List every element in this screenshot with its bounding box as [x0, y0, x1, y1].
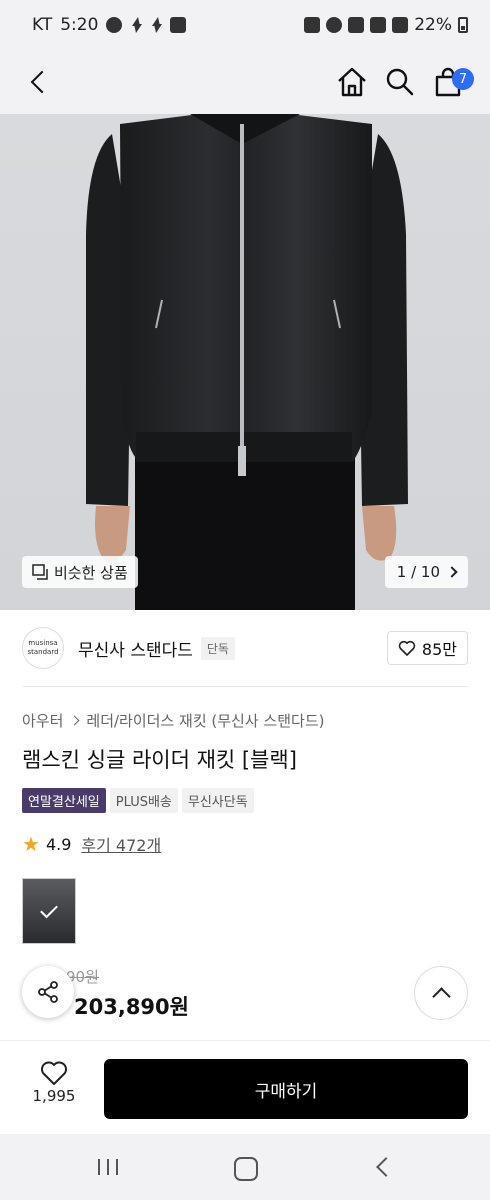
chevron-right-icon [446, 566, 458, 578]
talk-icon [106, 17, 123, 33]
lock-icon [304, 17, 321, 33]
heart-icon [41, 1061, 67, 1085]
chevron-up-icon [431, 986, 451, 1006]
wishlist-button[interactable]: 1,995 [22, 1059, 86, 1119]
leather-jacket-image [86, 114, 408, 610]
check-icon [40, 900, 58, 919]
system-back-button[interactable] [365, 1152, 405, 1182]
time-label: 5:20 [60, 15, 99, 35]
brand-like-count: 85만 [421, 640, 457, 659]
chevron-right-icon [69, 715, 80, 726]
back-button[interactable] [22, 64, 58, 100]
color-option-thumbnail[interactable] [22, 878, 76, 944]
android-navigation-bar [0, 1134, 490, 1200]
bolt-icon [130, 17, 143, 33]
signal-icon [392, 17, 409, 33]
similar-products-label: 비슷한 상품 [54, 563, 128, 582]
brand-logo-line1: musinsa [28, 639, 58, 647]
scroll-to-top-button[interactable] [414, 966, 468, 1020]
search-icon[interactable] [380, 62, 420, 102]
badge-exclusive: 무신사단독 [181, 788, 254, 813]
home-icon[interactable] [332, 62, 372, 102]
cart-count-badge: 7 [452, 68, 474, 90]
review-count-link[interactable]: 후기 472개 [81, 832, 161, 856]
breadcrumb-category[interactable]: 아우터 [22, 710, 63, 731]
brand-logo[interactable]: musinsa standard [22, 627, 64, 669]
sale-price: 203,890원 [74, 995, 189, 1019]
brand-exclusive-tag: 단독 [200, 636, 235, 660]
rating-row: ★ 4.9 후기 472개 [22, 832, 161, 856]
shopping-bag-icon[interactable]: 7 [428, 62, 474, 102]
breadcrumb: 아우터 레더/라이더스 재킷 (무신사 스탠다드) [22, 710, 324, 731]
product-title: 램스킨 싱글 라이더 재킷 [블랙] [22, 748, 297, 772]
gallery-icon [170, 17, 187, 33]
heart-icon [398, 640, 416, 656]
star-icon: ★ [22, 832, 40, 856]
brand-like-button[interactable]: 85만 [386, 631, 468, 665]
s-app-icon [150, 17, 163, 33]
divider [22, 686, 468, 687]
app-header: 7 [0, 50, 490, 114]
brand-row[interactable]: musinsa standard 무신사 스탠다드 단독 85만 [0, 610, 490, 686]
pager-label: 1 / 10 [396, 563, 440, 581]
mute-icon [348, 17, 365, 33]
carrier-label: KT [32, 15, 53, 35]
brand-name[interactable]: 무신사 스탠다드 [78, 636, 193, 661]
bottom-action-bar: 1,995 구매하기 [0, 1040, 490, 1134]
recent-apps-button[interactable] [88, 1152, 128, 1182]
share-icon [38, 981, 58, 1003]
breadcrumb-subcategory[interactable]: 레더/라이더스 재킷 (무신사 스탠다드) [86, 710, 324, 731]
rating-value: 4.9 [45, 834, 72, 854]
hd-icon [370, 17, 387, 33]
battery-label: 22% [414, 15, 452, 35]
brand-logo-line2: standard [27, 648, 59, 656]
alarm-icon [326, 17, 343, 33]
battery-icon [458, 17, 468, 33]
image-pager[interactable]: 1 / 10 [384, 556, 468, 588]
buy-button[interactable]: 구매하기 [104, 1059, 468, 1119]
share-button[interactable] [22, 966, 74, 1018]
product-image[interactable]: 비슷한 상품 1 / 10 [0, 114, 490, 610]
status-bar: KT 5:20 22% [0, 0, 490, 50]
badge-sale: 연말결산세일 [22, 788, 106, 813]
badge-plus-delivery: PLUS배송 [109, 788, 178, 813]
product-badges: 연말결산세일 PLUS배송 무신사단독 [22, 788, 254, 813]
wishlist-count: 1,995 [32, 1087, 76, 1105]
home-button[interactable] [225, 1152, 265, 1182]
similar-icon [32, 564, 48, 580]
similar-products-button[interactable]: 비슷한 상품 [22, 556, 138, 588]
